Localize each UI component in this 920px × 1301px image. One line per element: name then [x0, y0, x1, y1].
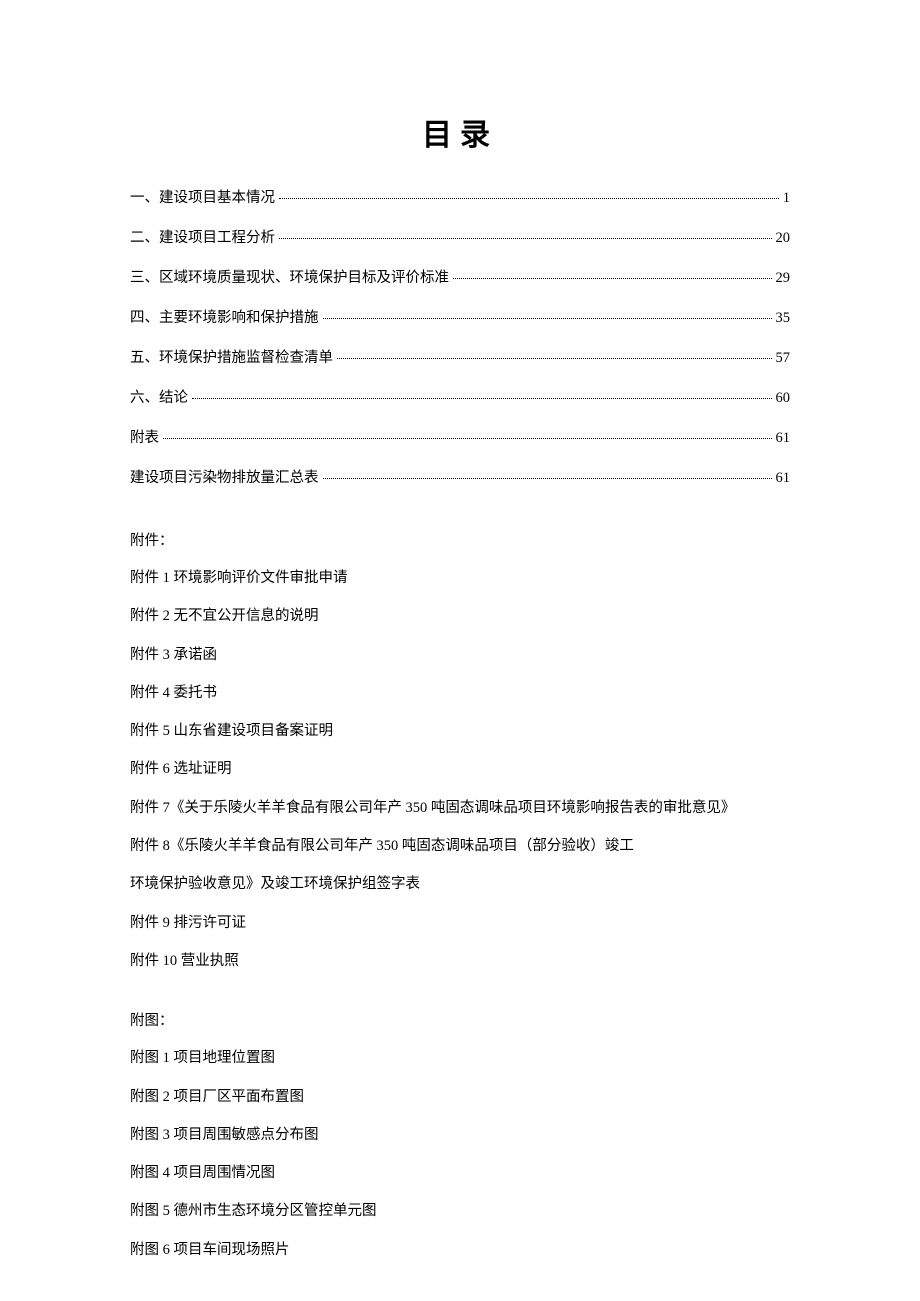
attachments-heading: 附件：	[130, 529, 790, 550]
toc-dots	[163, 438, 772, 439]
toc-entry: 一、建设项目基本情况 1	[130, 186, 790, 207]
toc-dots	[279, 238, 772, 239]
attachment-item: 附件 10 营业执照	[130, 951, 790, 971]
toc-entry: 六、结论 60	[130, 386, 790, 407]
figures-heading: 附图：	[130, 1009, 790, 1030]
toc-dots	[323, 318, 772, 319]
attachment-item: 附件 8《乐陵火羊羊食品有限公司年产 350 吨固态调味品项目（部分验收）竣工	[130, 836, 790, 856]
toc-label: 五、环境保护措施监督检查清单	[130, 346, 333, 367]
toc-page: 35	[776, 310, 791, 327]
toc-dots	[323, 478, 772, 479]
figures-section: 附图： 附图 1 项目地理位置图 附图 2 项目厂区平面布置图 附图 3 项目周…	[130, 1009, 790, 1260]
attachment-item: 附件 6 选址证明	[130, 759, 790, 779]
toc-label: 二、建设项目工程分析	[130, 226, 275, 247]
attachment-item: 附件 1 环境影响评价文件审批申请	[130, 568, 790, 588]
toc-page: 20	[776, 230, 791, 247]
figure-item: 附图 1 项目地理位置图	[130, 1048, 790, 1068]
toc-dots	[337, 358, 772, 359]
toc-label: 附表	[130, 426, 159, 447]
toc-entry: 五、环境保护措施监督检查清单 57	[130, 346, 790, 367]
toc-page: 61	[776, 430, 791, 447]
toc-entry: 二、建设项目工程分析 20	[130, 226, 790, 247]
toc-label: 六、结论	[130, 386, 188, 407]
toc-label: 三、区域环境质量现状、环境保护目标及评价标准	[130, 266, 449, 287]
toc-page: 57	[776, 350, 791, 367]
figure-item: 附图 5 德州市生态环境分区管控单元图	[130, 1201, 790, 1221]
table-of-contents: 一、建设项目基本情况 1 二、建设项目工程分析 20 三、区域环境质量现状、环境…	[130, 186, 790, 487]
toc-dots	[279, 198, 779, 199]
toc-label: 一、建设项目基本情况	[130, 186, 275, 207]
attachments-section: 附件： 附件 1 环境影响评价文件审批申请 附件 2 无不宜公开信息的说明 附件…	[130, 529, 790, 971]
page-title: 目录	[130, 110, 790, 154]
toc-entry: 附表 61	[130, 426, 790, 447]
toc-label: 四、主要环境影响和保护措施	[130, 306, 319, 327]
attachment-item: 附件 4 委托书	[130, 683, 790, 703]
toc-dots	[192, 398, 772, 399]
toc-entry: 三、区域环境质量现状、环境保护目标及评价标准 29	[130, 266, 790, 287]
toc-label: 建设项目污染物排放量汇总表	[130, 466, 319, 487]
figure-item: 附图 4 项目周围情况图	[130, 1163, 790, 1183]
attachment-item: 附件 7《关于乐陵火羊羊食品有限公司年产 350 吨固态调味品项目环境影响报告表…	[130, 798, 790, 818]
attachment-item: 环境保护验收意见》及竣工环境保护组签字表	[130, 874, 790, 894]
figure-item: 附图 2 项目厂区平面布置图	[130, 1087, 790, 1107]
figure-item: 附图 6 项目车间现场照片	[130, 1240, 790, 1260]
attachment-item: 附件 9 排污许可证	[130, 913, 790, 933]
attachment-item: 附件 3 承诺函	[130, 645, 790, 665]
toc-page: 60	[776, 390, 791, 407]
toc-page: 61	[776, 470, 791, 487]
toc-page: 29	[776, 270, 791, 287]
toc-page: 1	[783, 190, 790, 207]
toc-entry: 建设项目污染物排放量汇总表 61	[130, 466, 790, 487]
attachment-item: 附件 2 无不宜公开信息的说明	[130, 606, 790, 626]
toc-entry: 四、主要环境影响和保护措施 35	[130, 306, 790, 327]
toc-dots	[453, 278, 772, 279]
attachment-item: 附件 5 山东省建设项目备案证明	[130, 721, 790, 741]
figure-item: 附图 3 项目周围敏感点分布图	[130, 1125, 790, 1145]
